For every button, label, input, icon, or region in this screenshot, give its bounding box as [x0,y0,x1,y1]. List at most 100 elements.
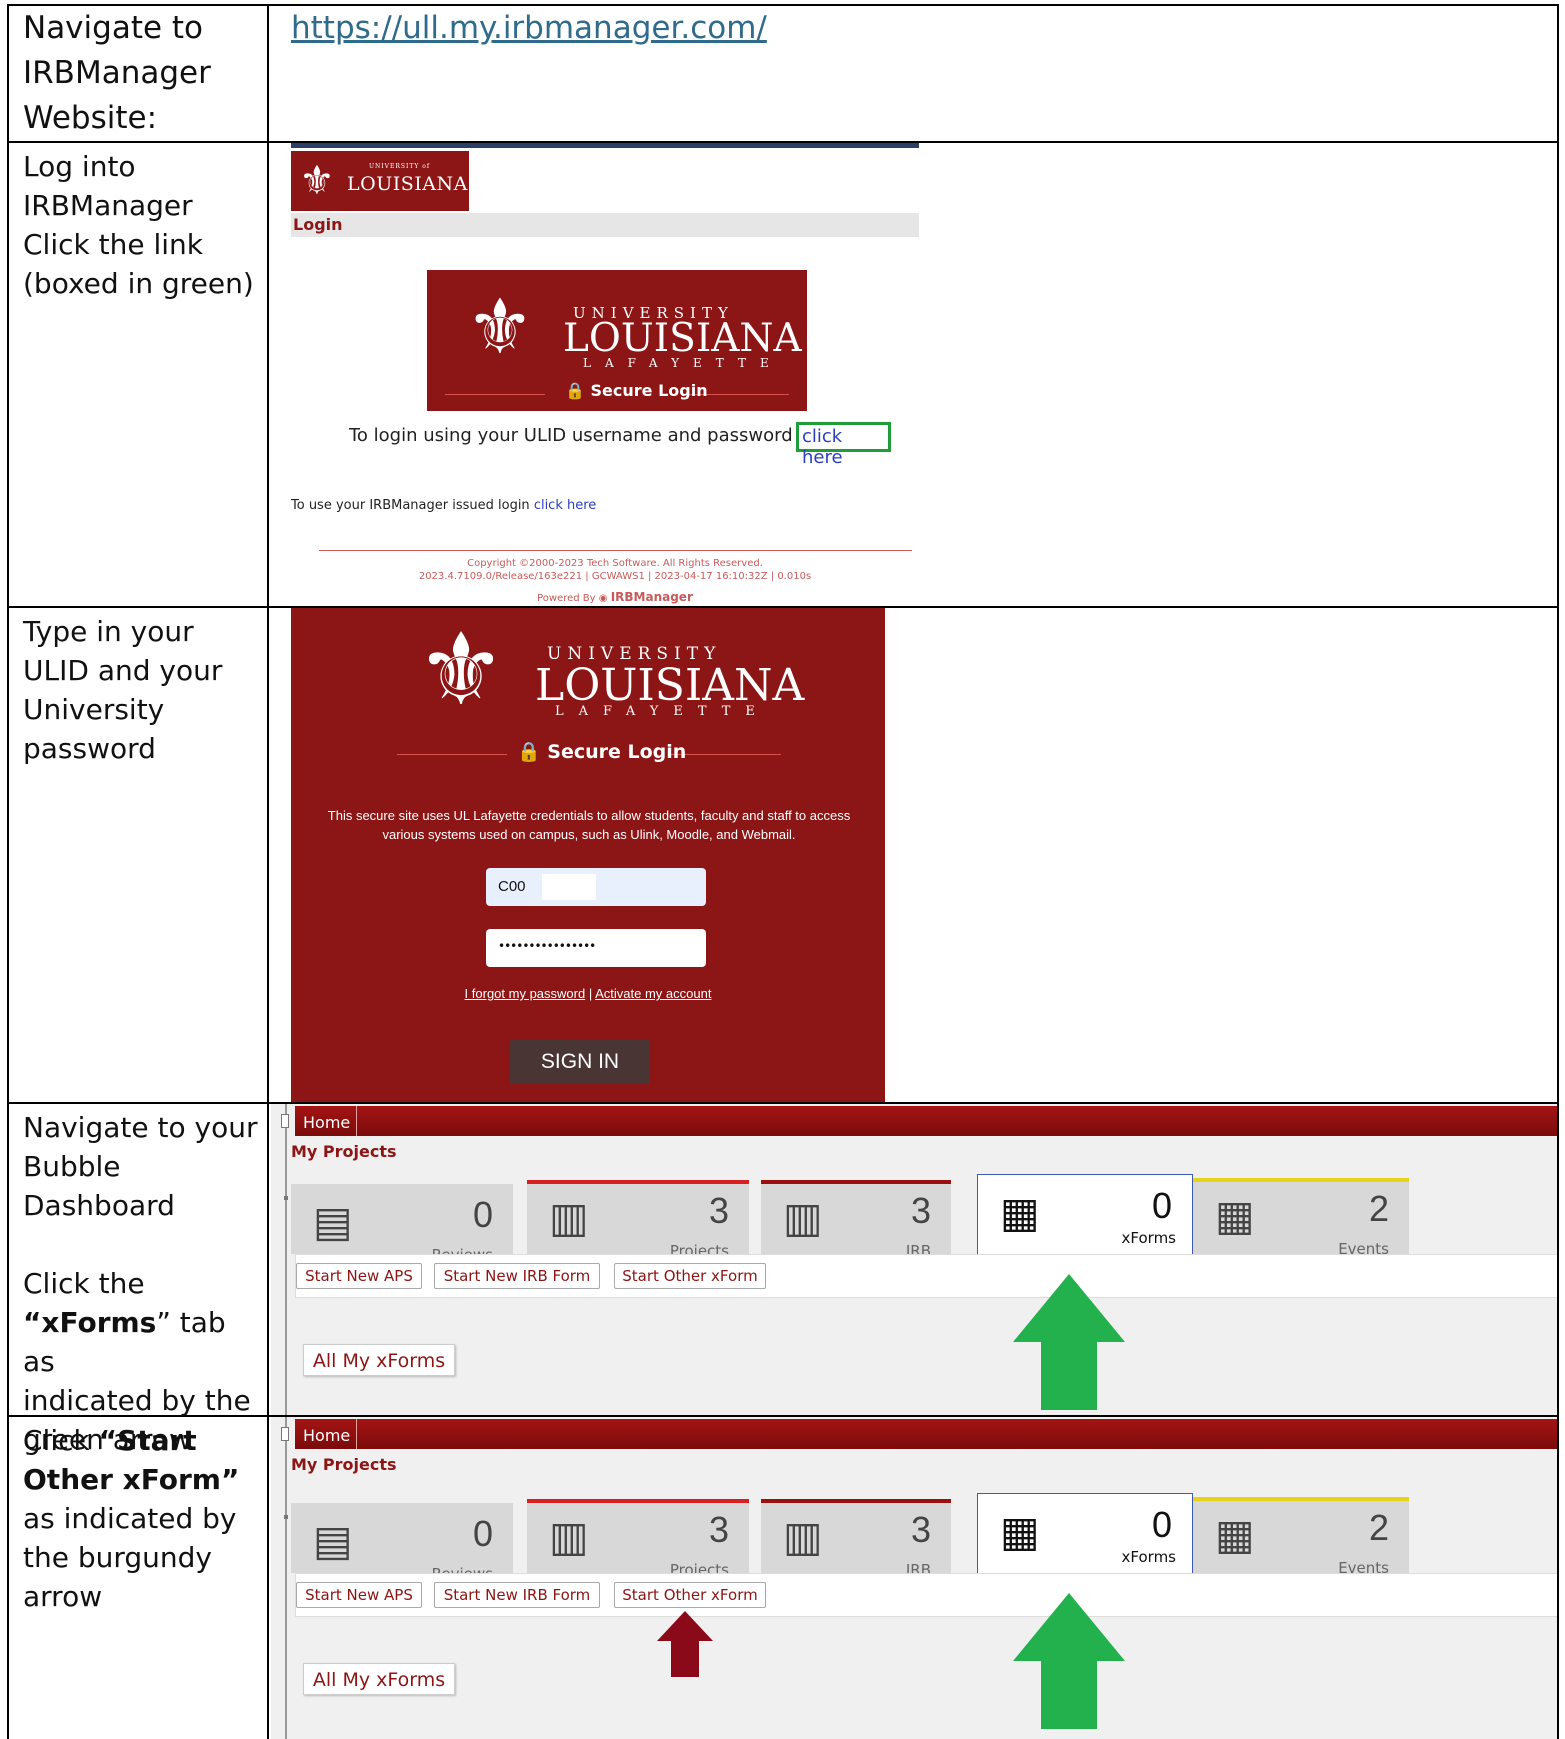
tile-count: 3 [708,1190,729,1231]
left-rail [285,1417,287,1739]
tile-reviews[interactable]: ▤0Reviews [291,1184,513,1264]
powered-brand: IRBManager [610,590,693,604]
my-projects-label: My Projects [291,1455,397,1474]
green-arrow-icon [1013,1274,1125,1410]
badge-lafayette: LAFAYETTE [555,704,770,719]
forgot-password-link[interactable]: I forgot my password [465,986,586,1001]
sign-in-button[interactable]: SIGN IN [510,1040,650,1084]
tile-projects[interactable]: ▥ 3 Projects [527,1180,749,1260]
step-line: Website: [23,100,158,136]
documents-icon: ▦ [1000,1188,1040,1237]
badge-line [397,754,507,755]
step-2-content: ⚜ UNIVERSITY of LOUISIANA Login ⚜ UNIVER… [271,143,1557,606]
green-arrow-icon [1013,1593,1125,1729]
step-line: password [23,732,156,765]
start-new-irb-form-button[interactable]: Start New IRB Form [434,1263,600,1289]
row-dashboard: Navigate to your Bubble Dashboard Click … [9,1104,1557,1456]
burgundy-arrow-icon [657,1611,713,1677]
home-tab-label: Home [303,1426,351,1445]
step-line: IRBManager [23,55,211,91]
step-line: Navigate to your [23,1111,258,1144]
ul-logo-small: ⚜ UNIVERSITY of LOUISIANA [291,151,469,211]
tile-count: 0 [1151,1504,1172,1545]
powered-by: Powered By ◉ IRBManager [537,590,693,604]
start-other-xform-button[interactable]: Start Other xForm [614,1263,766,1289]
tile-xforms[interactable]: ▦ 0 xForms [977,1493,1193,1573]
start-new-aps-button[interactable]: Start New APS [296,1582,422,1608]
column-divider [267,143,269,606]
all-my-xforms-button[interactable]: All My xForms [303,1344,455,1376]
button-label: Start New IRB Form [443,1267,591,1285]
tile-accent [761,1499,951,1503]
copyright-text: Copyright ©2000-2023 Tech Software. All … [467,558,763,569]
badge-line [671,754,781,755]
home-tab[interactable]: Home [295,1106,357,1136]
tile-accent [761,1180,951,1184]
start-other-xform-button[interactable]: Start Other xForm [614,1582,766,1608]
tile-irb[interactable]: ▥ 3 IRB [761,1499,951,1579]
tile-irb[interactable]: ▥ 3 IRB [761,1180,951,1260]
calendar-icon: ▦ [1215,1191,1255,1240]
irbmanager-url-link[interactable]: https://ull.my.irbmanager.com/ [291,10,767,46]
tile-xforms[interactable]: ▦ 0 xForms [977,1174,1193,1254]
irb-login-text: To use your IRBManager issued login [291,498,530,513]
secure-login-badge: ⚜ UNIVERSITY LOUISIANA LAFAYETTE 🔒 Secur… [427,270,807,411]
button-label: Start New APS [305,1586,413,1604]
fleur-de-lis-icon: ⚜ [416,611,506,728]
all-my-xforms-label: All My xForms [312,1350,446,1372]
step-line: indicated by the [23,1384,251,1417]
tile-accent [527,1180,749,1184]
bookshelf-icon: ▥ [783,1193,823,1242]
xforms-bold: “xForms [23,1306,157,1339]
tile-events[interactable]: ▦ 2 Events [1193,1497,1409,1577]
home-tab[interactable]: Home [295,1419,357,1449]
column-divider [267,6,269,141]
step-5-text: Click “Start Other xForm” as indicated b… [23,1421,263,1616]
action-buttons-bar: Start New APS Start New IRB Form Start Oth… [295,1573,1557,1617]
step-3-text: Type in your ULID and your University pa… [23,612,263,768]
action-buttons-bar: Start New APS Start New IRB Form Start Oth… [295,1254,1557,1298]
tile-count: 3 [910,1190,931,1231]
login-label: Login [293,215,343,234]
start-new-irb-form-button[interactable]: Start New IRB Form [434,1582,600,1608]
step-line: (boxed in green) [23,267,254,300]
step-4-content: HomeMy Projects▤0Reviews▥3Projects▥3IRB▦… [271,1104,1557,1415]
all-my-xforms-button[interactable]: All My xForms [303,1663,455,1695]
secure-login-badge: ⚜ UNIVERSITY LOUISIANA LAFAYETTE 🔒 Secur… [291,608,885,768]
button-label: Start New APS [305,1267,413,1285]
click-here-link[interactable]: click here [802,426,888,468]
my-projects-label: My Projects [291,1142,397,1161]
rail-dot [284,1196,288,1200]
tile-projects[interactable]: ▥ 3 Projects [527,1499,749,1579]
step-line: ULID and your [23,654,223,687]
other-xform-bold: Other xForm” [23,1463,240,1496]
column-divider [267,608,269,1102]
login-page-screenshot: ⚜ UNIVERSITY of LOUISIANA Login ⚜ UNIVER… [291,143,919,604]
row-navigate: Navigate to IRBManager Website: https://… [9,6,1557,143]
badge-lafayette: LAFAYETTE [583,356,783,370]
step-line: Click the link [23,228,203,261]
calendar-icon: ▦ [1215,1510,1255,1559]
column-divider [267,1104,269,1415]
activate-account-link[interactable]: Activate my account [595,986,711,1001]
username-value: C00 [498,878,526,895]
step-2-text: Log into IRBManager Click the link (boxe… [23,147,263,303]
tile-events[interactable]: ▦ 2 Events [1193,1178,1409,1258]
username-field[interactable]: C00 [486,868,706,906]
tile-count: 3 [708,1509,729,1550]
irb-login-line: To use your IRBManager issued login clic… [291,498,596,513]
row-start-other: Click “Start Other xForm” as indicated b… [9,1417,1557,1739]
click-here-green-box[interactable]: click here [796,422,891,468]
step-1-text: Navigate to IRBManager Website: [23,6,263,141]
tile-count: 0 [1151,1185,1172,1226]
account-links: I forgot my password | Activate my accou… [291,986,885,1001]
password-field[interactable]: •••••••••••••••• [486,929,706,967]
start-new-aps-button[interactable]: Start New APS [296,1263,422,1289]
dashboard-screenshot: HomeMy Projects▤0Reviews▥3Projects▥3IRB▦… [271,1417,1557,1739]
version-text: 2023.4.7109.0/Release/163e221 | GCWAWS1 … [418,571,812,582]
step-3-content: ⚜ UNIVERSITY LOUISIANA LAFAYETTE 🔒 Secur… [271,608,1557,1102]
password-value: •••••••••••••••• [498,939,596,953]
tile-reviews[interactable]: ▤0Reviews [291,1503,513,1583]
bookshelf-icon: ▥ [549,1512,589,1561]
irb-click-here-link[interactable]: click here [534,498,596,513]
